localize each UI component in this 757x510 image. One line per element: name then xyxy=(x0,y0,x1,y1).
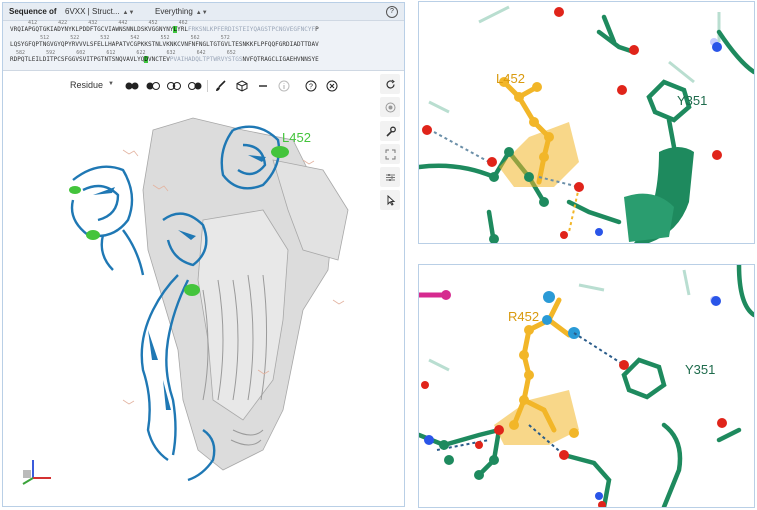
overview-residue-label: L452 xyxy=(282,130,311,145)
intersect-icon[interactable] xyxy=(165,78,183,94)
molstar-viewer[interactable]: Sequence of 6VXX | Struct... ▲▼ Everythin… xyxy=(2,2,405,507)
cube-icon[interactable] xyxy=(233,78,251,94)
zoom-panel-l452: L452 Y351 xyxy=(418,1,755,244)
chevron-down-icon[interactable]: ▼ xyxy=(108,81,114,87)
sequence-line-3[interactable]: RDPQTLEILDITPCSFGGVSVITPGTNTSNQVAVLYQDVN… xyxy=(10,56,319,63)
scope-select[interactable]: Everything ▲▼ xyxy=(155,7,208,16)
structure-viewport[interactable]: L452 xyxy=(3,100,404,506)
sequence-line-1[interactable]: VRQIAPGQTGKIADYNYKLPDDFTGCVIAWNSNNLDSKVG… xyxy=(10,26,319,33)
axes-icon xyxy=(22,460,51,485)
brush-icon[interactable] xyxy=(212,78,230,94)
top-partner-label: Y351 xyxy=(677,93,708,108)
info-icon[interactable] xyxy=(275,78,293,94)
svg-text:?: ? xyxy=(309,84,313,91)
l452-interaction-render xyxy=(419,5,754,243)
r452-interaction-render xyxy=(419,265,754,507)
sequence-line-2[interactable]: LQSYGFQPTNGVGYQPYRVVVLSFELLHAPATVCGPKKST… xyxy=(10,41,319,48)
structure-toolbar: Residue ▼ ? xyxy=(3,73,404,98)
union-icon[interactable] xyxy=(123,78,141,94)
bottom-partner-label: Y351 xyxy=(685,362,716,377)
toolbar-divider xyxy=(207,80,208,92)
sequence-of-label: Sequence of xyxy=(9,7,57,16)
set-icon[interactable] xyxy=(186,78,204,94)
help-icon[interactable]: ? xyxy=(302,78,320,94)
minus-icon[interactable] xyxy=(254,78,272,94)
spike-protein-render xyxy=(22,117,349,485)
close-icon[interactable] xyxy=(323,78,341,94)
subtract-icon[interactable] xyxy=(144,78,162,94)
zoom-panel-r452: R452 Y351 xyxy=(418,264,755,508)
sequence-help-icon[interactable]: ? xyxy=(386,6,398,18)
sequence-panel: Sequence of 6VXX | Struct... ▲▼ Everythin… xyxy=(3,3,404,71)
reset-camera-icon[interactable] xyxy=(380,74,400,94)
selection-mode-label: Residue xyxy=(70,80,104,90)
top-mutant-label: L452 xyxy=(496,71,525,86)
structure-select[interactable]: 6VXX | Struct... ▲▼ xyxy=(65,7,134,16)
sequence-header: Sequence of 6VXX | Struct... ▲▼ Everythin… xyxy=(3,3,404,21)
bottom-mutant-label: R452 xyxy=(508,309,540,324)
